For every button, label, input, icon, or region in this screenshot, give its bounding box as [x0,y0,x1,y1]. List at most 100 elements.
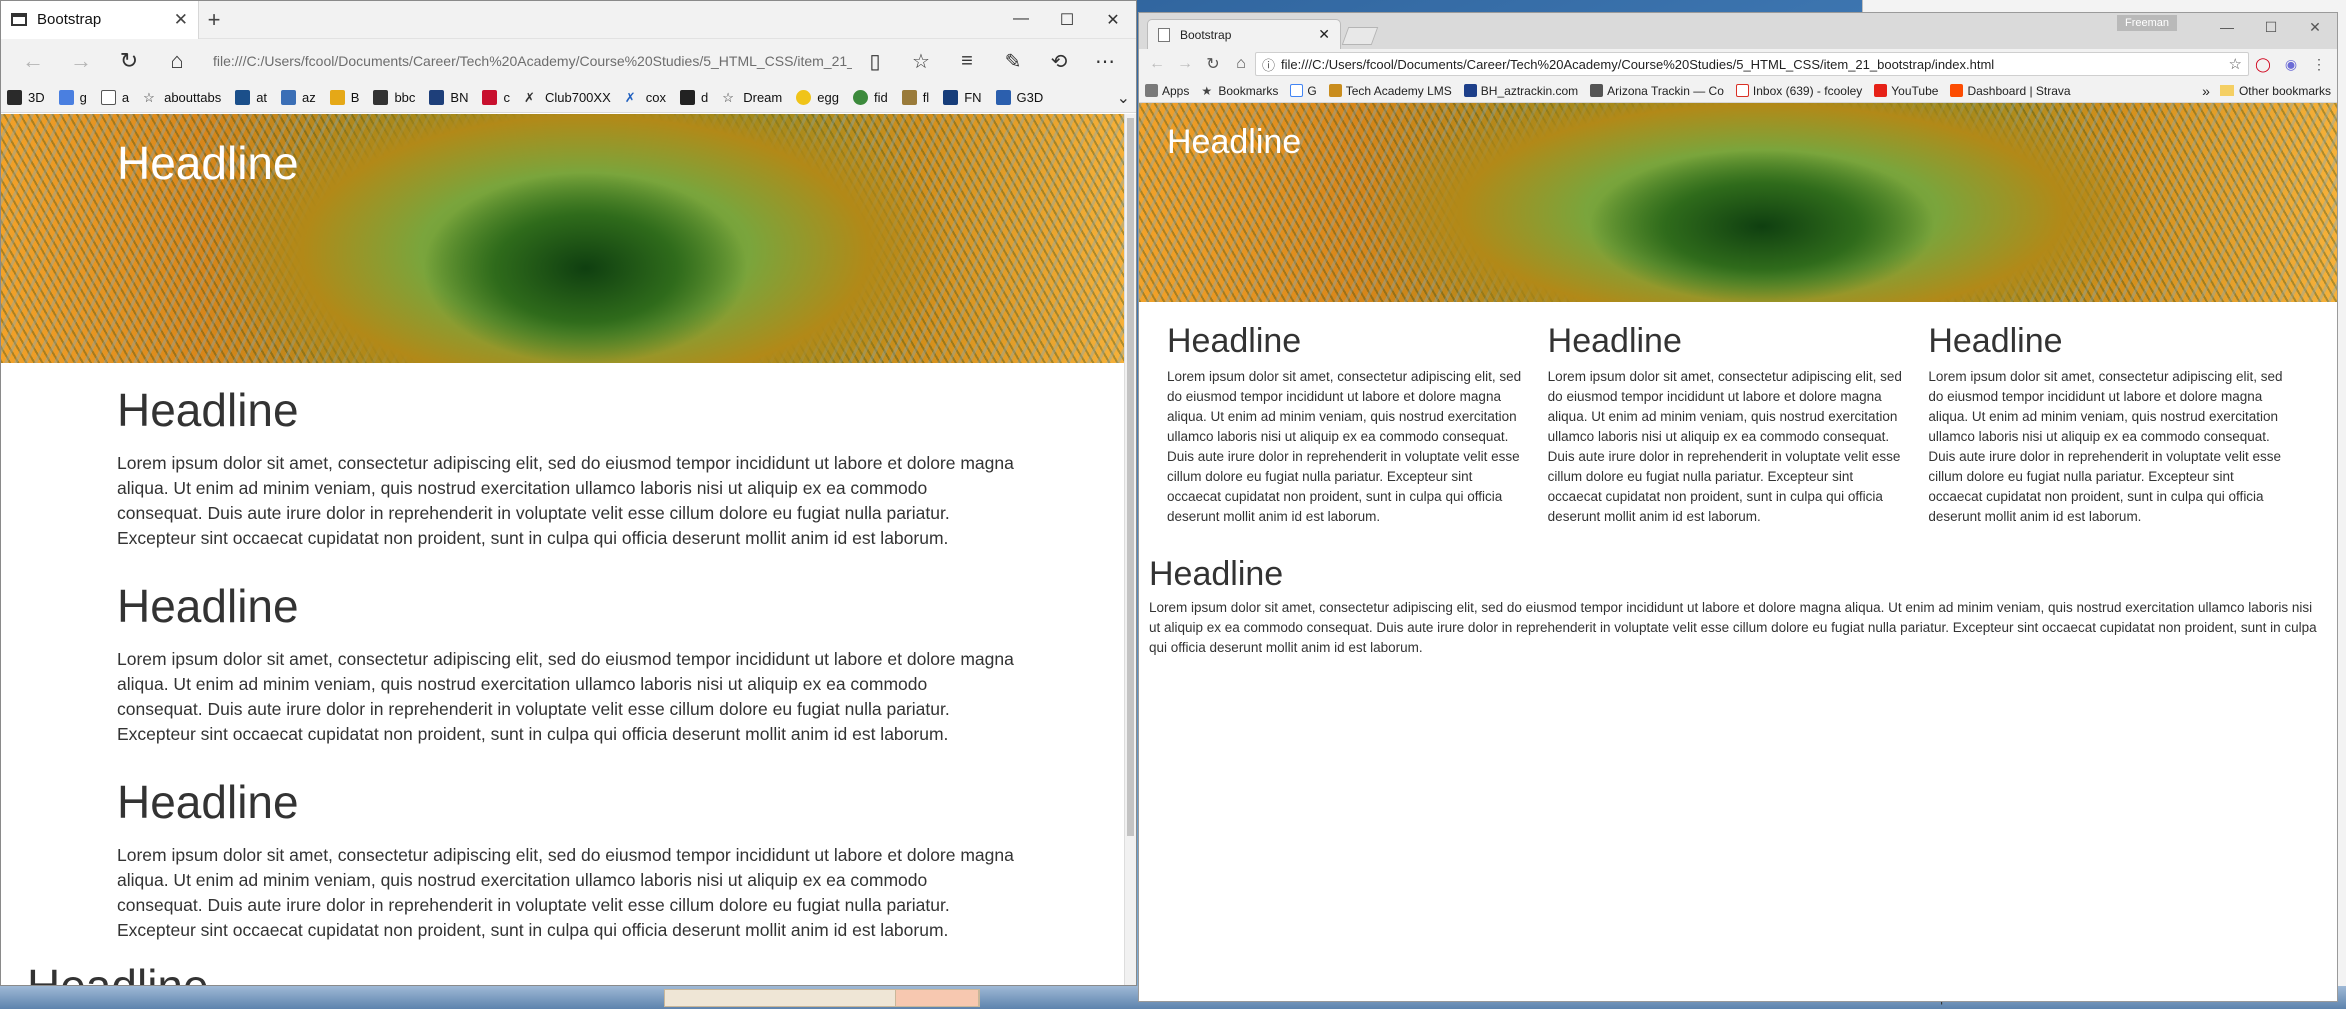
opera-extension-icon[interactable]: ◯ [2249,56,2277,73]
other-bookmarks[interactable]: Other bookmarks [2219,83,2331,98]
apps-grid-icon [1145,84,1158,97]
section-heading: Headline [117,384,299,436]
favorite-item[interactable]: fid [852,90,888,105]
home-icon[interactable]: ⌂ [1227,55,1255,73]
edge-page-content: Headline Headline Lorem ipsum dolor sit … [1,114,1125,985]
bookmark-item[interactable]: BH_aztrackin.com [1463,84,1578,98]
favorite-item[interactable]: ✗ cox [625,90,666,105]
favorite-item[interactable]: BN [429,90,468,105]
bookmark-item[interactable]: Arizona Trackin — Co [1590,84,1724,98]
favorite-label: fid [873,90,888,105]
refresh-icon[interactable]: ↻ [105,48,153,74]
edge-tab-bootstrap[interactable]: Bootstrap ✕ [1,1,199,39]
extension-icon[interactable]: ◉ [2277,56,2305,73]
bookmark-item[interactable]: Tech Academy LMS [1328,84,1452,98]
page-icon [1158,27,1170,42]
reading-view-icon[interactable]: ▯ [852,49,898,74]
chrome-omnibox[interactable]: ⓘ file:///C:/Users/fcool/Documents/Caree… [1255,52,2249,76]
grid-icon [1463,84,1477,97]
favorite-item[interactable]: 3D [7,90,45,105]
favorite-star-icon[interactable]: ☆ [898,49,944,74]
bookmark-label: Dashboard | Strava [1967,83,2071,98]
favorite-label: abouttabs [164,90,222,105]
favorite-item[interactable]: B [329,90,359,105]
hero-banner: Headline [1139,103,2337,302]
back-arrow-icon[interactable]: ← [9,48,57,74]
hub-icon[interactable]: ≡ [944,50,990,73]
favorite-item[interactable]: az [281,90,316,105]
favorite-item[interactable]: g [58,90,87,105]
reload-icon[interactable]: ↻ [1199,54,1227,74]
bookmark-label: Bookmarks [1218,83,1279,98]
bookmark-star-icon[interactable]: ☆ [2229,55,2242,73]
favorite-item[interactable]: G3D [995,90,1044,105]
favorite-label: 3D [28,90,45,105]
bookmark-label: Other bookmarks [2238,83,2331,98]
favorite-item[interactable]: fl [901,90,930,105]
profile-name-badge[interactable]: Freeman [2116,15,2177,31]
info-icon[interactable]: ⓘ [1262,55,1275,74]
favorite-item[interactable]: a [100,90,129,105]
cnn-icon [482,90,498,105]
favorite-item[interactable]: ☆ abouttabs [143,90,221,105]
bookmark-item[interactable]: YouTube [1874,84,1938,98]
close-tab-icon[interactable]: ✕ [1318,26,1330,43]
minimize-button[interactable]: — [2205,13,2249,41]
minimize-button[interactable]: — [998,10,1044,30]
favorite-label: Dream [743,90,783,105]
favorite-item[interactable]: ✗ Club700XX [524,90,611,105]
new-tab-button[interactable] [1341,27,1379,45]
bookmark-item[interactable]: ★ Bookmarks [1201,83,1279,99]
chrome-bookmarks-bar: Apps ★ Bookmarks G Tech Academy LMS BH_az… [1139,79,2337,103]
chrome-tab-bootstrap[interactable]: Bootstrap ✕ [1147,19,1341,49]
share-icon[interactable]: ⟲ [1036,49,1082,74]
favorite-label: fl [922,90,930,105]
close-window-button[interactable]: ✕ [2293,13,2337,41]
edge-url-field[interactable]: file:///C:/Users/fcool/Documents/Career/… [201,45,852,77]
favorite-item[interactable]: at [235,90,267,105]
favorite-item[interactable]: egg [796,90,839,105]
favorite-icon [373,90,389,105]
bookmark-apps[interactable]: Apps [1145,84,1189,98]
content-section: Headline Lorem ipsum dolor sit amet, con… [117,579,1015,747]
maximize-button[interactable]: ☐ [2249,13,2293,41]
close-window-button[interactable]: ✕ [1090,10,1136,30]
google-icon [58,90,74,105]
chrome-url-text[interactable]: file:///C:/Users/fcool/Documents/Career/… [1281,57,2229,72]
favorite-item[interactable]: FN [943,90,982,105]
favorite-item[interactable]: d [680,90,708,105]
taskbar-item[interactable] [895,989,979,1007]
favorite-item[interactable]: ☆ Dream [722,90,782,105]
favorite-label: FN [964,90,982,105]
bookmark-item[interactable]: Dashboard | Strava [1950,83,2071,98]
section-heading: Headline [1149,555,1284,593]
bookmark-item[interactable]: G [1290,84,1317,98]
bookmark-item[interactable]: Inbox (639) - fcooley [1735,83,1863,98]
back-arrow-icon[interactable]: ← [1143,55,1171,73]
more-bookmarks-icon[interactable]: » [2202,83,2210,99]
column: Headline Lorem ipsum dolor sit amet, con… [1548,322,1929,527]
favorite-label: az [302,90,316,105]
scrollbar-thumb[interactable] [1127,118,1134,836]
favorite-item[interactable]: bbc [373,90,415,105]
more-icon[interactable]: ⋯ [1082,49,1128,74]
favorite-icon [901,90,917,105]
maximize-button[interactable]: ☐ [1044,10,1090,30]
bookmark-label: Inbox (639) - fcooley [1752,83,1863,98]
favorite-label: G3D [1016,90,1044,105]
favorite-item[interactable]: c [482,90,510,105]
section-body: Lorem ipsum dolor sit amet, consectetur … [117,453,1014,548]
new-tab-button[interactable]: + [199,7,229,33]
home-icon[interactable]: ⌂ [153,48,201,74]
section-body: Lorem ipsum dolor sit amet, consectetur … [1149,600,2317,655]
web-note-icon[interactable]: ✎ [990,49,1036,74]
forward-arrow-icon[interactable]: → [1171,55,1199,73]
chrome-menu-icon[interactable]: ⋮ [2305,56,2333,73]
close-tab-icon[interactable]: ✕ [174,10,188,30]
chevron-down-icon[interactable]: ⌄ [1117,88,1130,108]
edge-tab-title: Bootstrap [37,11,102,28]
edge-titlebar: Bootstrap ✕ + — ☐ ✕ [1,1,1136,39]
forward-arrow-icon[interactable]: → [57,48,105,74]
edge-vertical-scrollbar[interactable] [1124,114,1136,985]
content-section: Headline Lorem ipsum dolor sit amet, con… [117,775,1015,943]
